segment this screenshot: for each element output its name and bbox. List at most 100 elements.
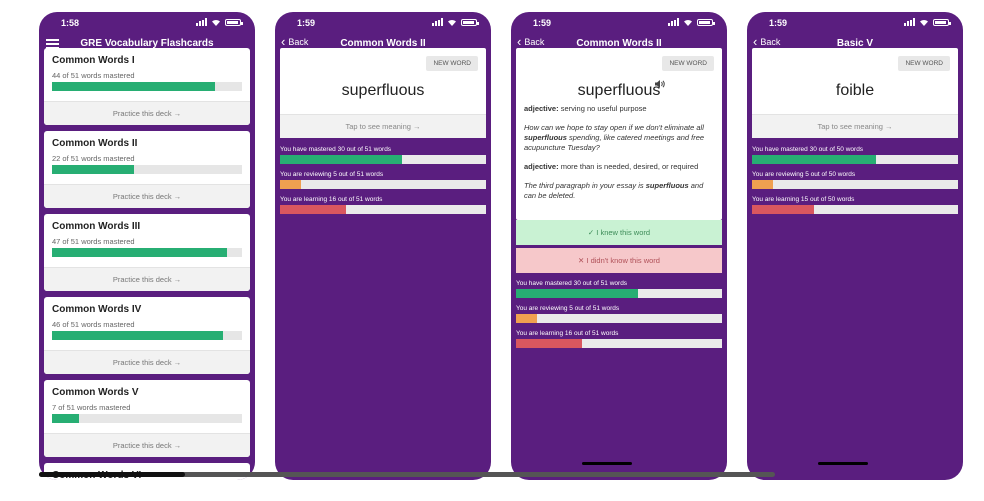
practice-deck-button[interactable]: Practice this deck →	[44, 350, 250, 374]
part-of-speech: adjective:	[524, 104, 559, 113]
learning-bar	[280, 205, 486, 214]
flashcard-word: foible	[835, 82, 875, 99]
didnt-know-word-button[interactable]: ✕ I didn't know this word	[516, 248, 722, 273]
deck-title: Common Words III	[52, 221, 141, 232]
definition-1: adjective: serving no useful purpose	[524, 104, 714, 114]
status-bar: 1:59	[511, 17, 727, 31]
new-word-badge: NEW WORD	[426, 56, 478, 71]
reviewing-bar	[280, 180, 486, 189]
knew-word-button[interactable]: ✓ I knew this word	[516, 220, 722, 245]
battery-icon	[933, 18, 951, 26]
phone-deck-list: 1:58 GRE Vocabulary Flashcards Common Wo…	[39, 12, 255, 480]
learning-bar	[752, 205, 958, 214]
deck-card[interactable]: Common Words II 22 of 51 words mastered …	[44, 131, 250, 208]
reviewing-fill	[516, 314, 537, 323]
mastered-bar	[752, 155, 958, 164]
mastered-label: You have mastered 30 out of 51 words	[516, 280, 628, 287]
deck-progress-fill	[52, 414, 79, 423]
deck-progress-fill	[52, 248, 227, 257]
speaker-icon[interactable]	[654, 79, 666, 89]
deck-card[interactable]: Common Words IV 46 of 51 words mastered …	[44, 297, 250, 374]
definition-2: adjective: more than is needed, desired,…	[524, 162, 714, 172]
status-bar: 1:58	[39, 17, 255, 31]
practice-deck-button[interactable]: Practice this deck →	[44, 267, 250, 291]
status-time: 1:58	[61, 18, 80, 28]
learning-bar	[516, 339, 722, 348]
deck-progress-bar	[52, 82, 242, 91]
battery-icon	[225, 18, 243, 26]
practice-deck-button[interactable]: Practice this deck →	[44, 184, 250, 208]
deck-progress-bar	[52, 414, 242, 423]
mastered-bar	[516, 289, 722, 298]
deck-title: Common Words II	[52, 138, 138, 149]
deck-progress-fill	[52, 165, 134, 174]
deck-mastered-count: 46 of 51 words mastered	[52, 320, 135, 329]
deck-mastered-count: 22 of 51 words mastered	[52, 154, 135, 163]
mastered-fill	[516, 289, 638, 298]
learning-fill	[516, 339, 582, 348]
deck-card[interactable]: Common Words III 47 of 51 words mastered…	[44, 214, 250, 291]
mastered-label: You have mastered 30 out of 50 words	[752, 146, 864, 153]
progress-stats: You have mastered 30 out of 51 words You…	[516, 280, 722, 355]
scrollbar-thumb[interactable]	[39, 472, 185, 477]
deck-progress-bar	[52, 248, 242, 257]
definitions: adjective: serving no useful purpose How…	[524, 104, 714, 210]
home-indicator	[818, 462, 868, 465]
example-highlight: superfluous	[524, 133, 567, 142]
example-highlight: superfluous	[645, 181, 689, 190]
reviewing-label: You are reviewing 5 out of 51 words	[516, 305, 620, 312]
battery-icon	[697, 18, 715, 26]
learning-fill	[280, 205, 346, 214]
signal-icon	[668, 18, 679, 26]
flashcard[interactable]: NEW WORD superfluous Tap to see meaning …	[280, 48, 486, 138]
reviewing-fill	[752, 180, 773, 189]
part-of-speech: adjective:	[524, 162, 559, 171]
deck-card[interactable]: Common Words I 44 of 51 words mastered P…	[44, 48, 250, 125]
status-icons	[196, 18, 243, 26]
learning-label: You are learning 16 out of 51 words	[280, 196, 383, 203]
wifi-icon	[920, 19, 928, 26]
signal-icon	[196, 18, 207, 26]
example-text: How can we hope to stay open if we don't…	[524, 123, 704, 132]
learning-fill	[752, 205, 814, 214]
wifi-icon	[684, 19, 692, 26]
practice-deck-button[interactable]: Practice this deck →	[44, 101, 250, 125]
deck-mastered-count: 47 of 51 words mastered	[52, 237, 135, 246]
new-word-badge: NEW WORD	[898, 56, 950, 71]
progress-stats: You have mastered 30 out of 51 words You…	[280, 146, 486, 221]
reviewing-bar	[516, 314, 722, 323]
learning-label: You are learning 15 out of 50 words	[752, 196, 855, 203]
reviewing-bar	[752, 180, 958, 189]
mastered-label: You have mastered 30 out of 51 words	[280, 146, 392, 153]
tap-to-see-meaning[interactable]: Tap to see meaning →	[280, 114, 486, 138]
status-bar: 1:59	[275, 17, 491, 31]
mastered-fill	[752, 155, 876, 164]
flashcard: NEW WORD superfluous adjective: serving …	[516, 48, 722, 220]
deck-title: Common Words I	[52, 55, 135, 66]
status-bar: 1:59	[747, 17, 963, 31]
status-time: 1:59	[297, 18, 316, 28]
practice-deck-button[interactable]: Practice this deck →	[44, 433, 250, 457]
status-icons	[432, 18, 479, 26]
home-indicator	[582, 462, 632, 465]
deck-title: Common Words IV	[52, 304, 142, 315]
example-1: How can we hope to stay open if we don't…	[524, 123, 714, 153]
status-time: 1:59	[769, 18, 788, 28]
phone-flashcard-front: 1:59 ‹ Back Common Words II NEW WORD sup…	[275, 12, 491, 480]
signal-icon	[432, 18, 443, 26]
deck-title: Common Words V	[52, 387, 139, 398]
reviewing-label: You are reviewing 5 out of 51 words	[280, 171, 384, 178]
example-text: The third paragraph in your essay is	[524, 181, 646, 190]
deck-progress-bar	[52, 331, 242, 340]
status-icons	[668, 18, 715, 26]
tap-to-see-meaning[interactable]: Tap to see meaning →	[752, 114, 958, 138]
deck-progress-fill	[52, 82, 216, 91]
deck-progress-bar	[52, 165, 242, 174]
learning-label: You are learning 16 out of 51 words	[516, 330, 619, 337]
progress-stats: You have mastered 30 out of 50 words You…	[752, 146, 958, 221]
wifi-icon	[448, 19, 456, 26]
flashcard[interactable]: NEW WORD foible Tap to see meaning →	[752, 48, 958, 138]
signal-icon	[904, 18, 915, 26]
deck-card[interactable]: Common Words V 7 of 51 words mastered Pr…	[44, 380, 250, 457]
deck-mastered-count: 7 of 51 words mastered	[52, 403, 131, 412]
